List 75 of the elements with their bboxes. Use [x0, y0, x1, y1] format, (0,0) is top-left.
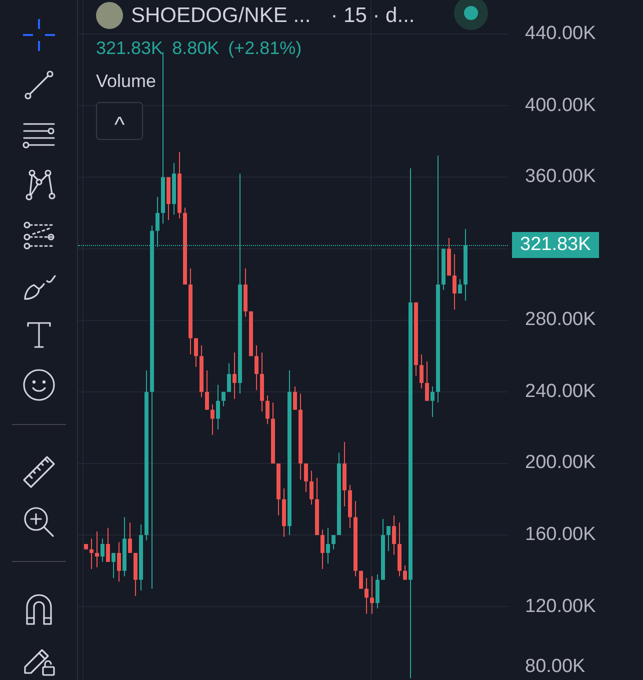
candle: [112, 552, 116, 578]
candle: [122, 516, 126, 577]
current-price-label: 321.83K: [512, 232, 599, 258]
candle: [95, 530, 99, 568]
candle: [403, 564, 407, 580]
collapse-button[interactable]: ^: [96, 102, 143, 140]
candle: [117, 542, 121, 582]
candle: [326, 527, 330, 564]
price-value: 321.83K: [96, 37, 164, 60]
candle: [398, 522, 402, 577]
candle: [420, 354, 424, 389]
candle: [293, 386, 297, 410]
candle: [348, 484, 352, 528]
candle: [244, 268, 248, 318]
candle: [254, 344, 258, 391]
candle: [386, 526, 390, 552]
candle: [271, 402, 275, 464]
candle: [156, 196, 160, 248]
axis-label: 200.00K: [525, 452, 596, 474]
axis-label: 80.00K: [525, 656, 586, 678]
candle: [194, 338, 198, 368]
candle: [128, 522, 132, 554]
candle: [134, 552, 138, 596]
candle: [315, 477, 319, 536]
candle: [90, 538, 94, 570]
avatar: [96, 2, 123, 30]
candle: [139, 524, 143, 592]
change-percent: (+2.81%): [228, 37, 302, 60]
axis-label: 280.00K: [525, 309, 596, 332]
candle: [364, 578, 368, 614]
candle: [166, 176, 170, 221]
candle: [266, 394, 270, 425]
symbol-name[interactable]: SHOEDOG/NKE ...: [131, 0, 311, 32]
candle: [442, 248, 446, 290]
candle: [342, 442, 346, 507]
candle: [320, 529, 324, 570]
candle: [276, 462, 280, 516]
candle: [106, 527, 110, 562]
indicator-label[interactable]: Volume: [96, 68, 156, 95]
candle: [84, 544, 88, 550]
candle: [249, 310, 253, 357]
candle: [216, 384, 220, 430]
candle: [458, 278, 462, 294]
candle: [205, 370, 209, 410]
candle: [430, 386, 434, 418]
candle: [178, 152, 182, 219]
axis-label: 360.00K: [525, 166, 596, 188]
candle: [172, 162, 176, 216]
interval-label[interactable]: · 15 · d...: [330, 0, 415, 32]
candle: [222, 391, 226, 407]
candle: [227, 362, 231, 392]
candle: [425, 360, 429, 402]
axis-label: 120.00K: [525, 596, 596, 618]
candle: [282, 488, 286, 538]
axis-label: 400.00K: [525, 94, 596, 117]
candle: [200, 344, 204, 398]
axis-label: 240.00K: [525, 380, 596, 403]
candle: [232, 352, 236, 400]
candle: [260, 352, 264, 412]
candle: [359, 570, 363, 590]
candle: [452, 254, 456, 310]
candle: [210, 404, 214, 436]
candle: [376, 574, 380, 609]
change-value: 8.80K: [172, 37, 220, 60]
candle: [447, 238, 451, 276]
candle: [370, 576, 374, 614]
candle: [381, 518, 385, 580]
axis-label: 160.00K: [525, 524, 596, 546]
market-status-indicator[interactable]: [454, 0, 488, 30]
candle: [332, 534, 336, 550]
candle: [392, 514, 396, 556]
axis-label: 440.00K: [525, 23, 596, 45]
candle: [304, 462, 308, 493]
candle: [310, 470, 314, 506]
candle: [100, 538, 104, 562]
